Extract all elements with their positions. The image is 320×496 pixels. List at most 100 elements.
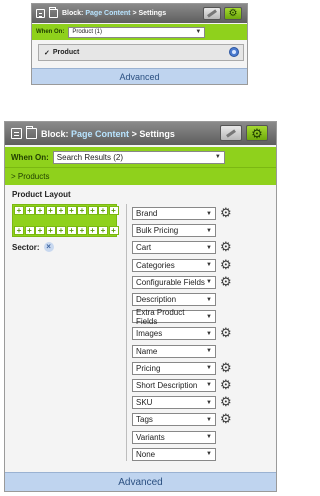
gear-icon[interactable]: ⚙ <box>220 378 232 391</box>
grid-add-cell[interactable]: + <box>108 226 119 235</box>
field-row: SKU ▼ ⚙ <box>132 394 232 411</box>
grid-add-cell[interactable]: + <box>98 206 108 215</box>
folder-icon <box>26 126 37 139</box>
record-icon[interactable] <box>229 47 239 57</box>
chevron-down-icon: ▼ <box>206 382 212 389</box>
when-on-label: When On: <box>11 152 49 162</box>
grid-add-cell[interactable]: + <box>35 226 45 235</box>
field-row: Images ▼ ⚙ <box>132 325 232 342</box>
grid-add-cell[interactable]: + <box>66 206 77 215</box>
grid-add-cell[interactable]: + <box>66 226 77 235</box>
chevron-down-icon: ▼ <box>206 434 212 441</box>
block-label: Block: <box>41 128 69 139</box>
grid-add-cell[interactable]: + <box>45 226 56 235</box>
field-select[interactable]: Cart ▼ <box>132 241 216 255</box>
field-select-value: Variants <box>136 432 165 442</box>
gear-icon[interactable]: ⚙ <box>220 326 232 339</box>
field-select[interactable]: Extra Product Fields ▼ <box>132 307 216 326</box>
chevron-down-icon: ▼ <box>214 154 221 160</box>
field-select[interactable]: Images ▼ <box>132 327 216 341</box>
grid-add-cell[interactable]: + <box>98 226 108 235</box>
list-icon <box>11 128 22 139</box>
field-select[interactable]: Variants ▼ <box>132 430 216 444</box>
chevron-down-icon: ▼ <box>206 313 212 320</box>
field-select[interactable]: None ▼ <box>132 447 216 461</box>
field-select[interactable]: Bulk Pricing ▼ <box>132 224 216 238</box>
product-row[interactable]: ✓ Product <box>38 44 244 61</box>
when-on-select[interactable]: Product (1) ▼ <box>68 26 206 38</box>
gear-icon[interactable]: ⚙ <box>220 412 232 425</box>
field-select[interactable]: Description ▼ <box>132 293 216 307</box>
field-select-value: None <box>136 449 156 459</box>
settings-button[interactable]: ⚙ <box>224 7 242 20</box>
chevron-down-icon: ▼ <box>206 330 212 337</box>
chevron-down-icon: ▼ <box>195 29 202 35</box>
grid-add-cell[interactable]: + <box>87 226 98 235</box>
field-row: Name ▼ <box>132 343 216 360</box>
settings-button[interactable]: ⚙ <box>246 125 268 141</box>
chevron-down-icon: ▼ <box>206 348 212 355</box>
when-on-value: Product (1) <box>72 29 103 35</box>
chevron-down-icon: ▼ <box>206 399 212 406</box>
when-on-value: Search Results (2) <box>56 152 124 162</box>
field-select-value: SKU <box>136 398 153 408</box>
grid-add-cell[interactable]: + <box>108 206 119 215</box>
advanced-button[interactable]: Advanced <box>5 472 276 491</box>
edit-button[interactable] <box>203 7 221 20</box>
field-row: Configurable Fields ▼ ⚙ <box>132 274 232 291</box>
chevron-down-icon: ▼ <box>206 279 212 286</box>
gear-icon[interactable]: ⚙ <box>220 206 232 219</box>
field-select-value: Extra Product Fields <box>136 307 185 326</box>
product-row-label: Product <box>52 49 80 56</box>
field-select-value: Cart <box>136 243 152 253</box>
field-select-value: Bulk Pricing <box>136 226 179 236</box>
sector-field: Sector: × <box>12 242 54 252</box>
field-row: Brand ▼ ⚙ <box>132 205 232 222</box>
field-select[interactable]: SKU ▼ <box>132 396 216 410</box>
folder-icon <box>49 7 58 18</box>
grid-add-cell[interactable]: + <box>56 226 66 235</box>
gear-icon[interactable]: ⚙ <box>220 395 232 408</box>
grid-add-cell[interactable]: + <box>24 226 35 235</box>
grid-add-cell[interactable]: + <box>24 206 35 215</box>
field-select[interactable]: Short Description ▼ <box>132 378 216 392</box>
grid-add-cell[interactable]: + <box>14 226 24 235</box>
grid-add-cell[interactable]: + <box>56 206 66 215</box>
gear-icon[interactable]: ⚙ <box>220 275 232 288</box>
small-panel-titlebar: Block: Page Content > Settings ⚙ <box>32 4 247 23</box>
gear-icon[interactable]: ⚙ <box>220 240 232 253</box>
gear-icon[interactable]: ⚙ <box>220 258 232 271</box>
field-row: Pricing ▼ ⚙ <box>132 360 232 377</box>
page-content-link[interactable]: Page Content <box>71 129 129 139</box>
grid-add-cell[interactable]: + <box>35 206 45 215</box>
field-select[interactable]: Configurable Fields ▼ <box>132 275 216 289</box>
field-row: Cart ▼ ⚙ <box>132 239 232 256</box>
when-on-label: When On: <box>36 29 65 35</box>
field-select-value: Categories <box>136 260 175 270</box>
gear-icon[interactable]: ⚙ <box>220 361 232 374</box>
advanced-button[interactable]: Advanced <box>32 68 247 84</box>
small-panel-title: Block: Page Content > Settings <box>62 10 166 17</box>
field-select[interactable]: Categories ▼ <box>132 258 216 272</box>
field-select[interactable]: Pricing ▼ <box>132 361 216 375</box>
grid-add-cell[interactable]: + <box>77 206 87 215</box>
block-label: Block: <box>62 10 84 17</box>
chevron-down-icon: ▼ <box>206 296 212 303</box>
remove-sector-icon[interactable]: × <box>43 242 54 252</box>
page-content-link[interactable]: Page Content <box>85 10 130 17</box>
sector-label: Sector: <box>12 242 40 252</box>
products-section-header[interactable]: > Products <box>5 167 276 185</box>
field-select[interactable]: Tags ▼ <box>132 413 216 427</box>
field-select[interactable]: Name ▼ <box>132 344 216 358</box>
grid-add-cell[interactable]: + <box>45 206 56 215</box>
grid-add-cell[interactable]: + <box>87 206 98 215</box>
field-select[interactable]: Brand ▼ <box>132 207 216 221</box>
chevron-down-icon: ▼ <box>206 210 212 217</box>
when-on-bar: When On: Search Results (2) ▼ <box>5 147 276 167</box>
when-on-select[interactable]: Search Results (2) ▼ <box>52 150 225 164</box>
grid-add-cell[interactable]: + <box>77 226 87 235</box>
small-settings-panel: Block: Page Content > Settings ⚙ When On… <box>31 3 248 85</box>
grid-add-cell[interactable]: + <box>14 206 24 215</box>
edit-button[interactable] <box>220 125 242 141</box>
field-row: Tags ▼ ⚙ <box>132 411 232 428</box>
